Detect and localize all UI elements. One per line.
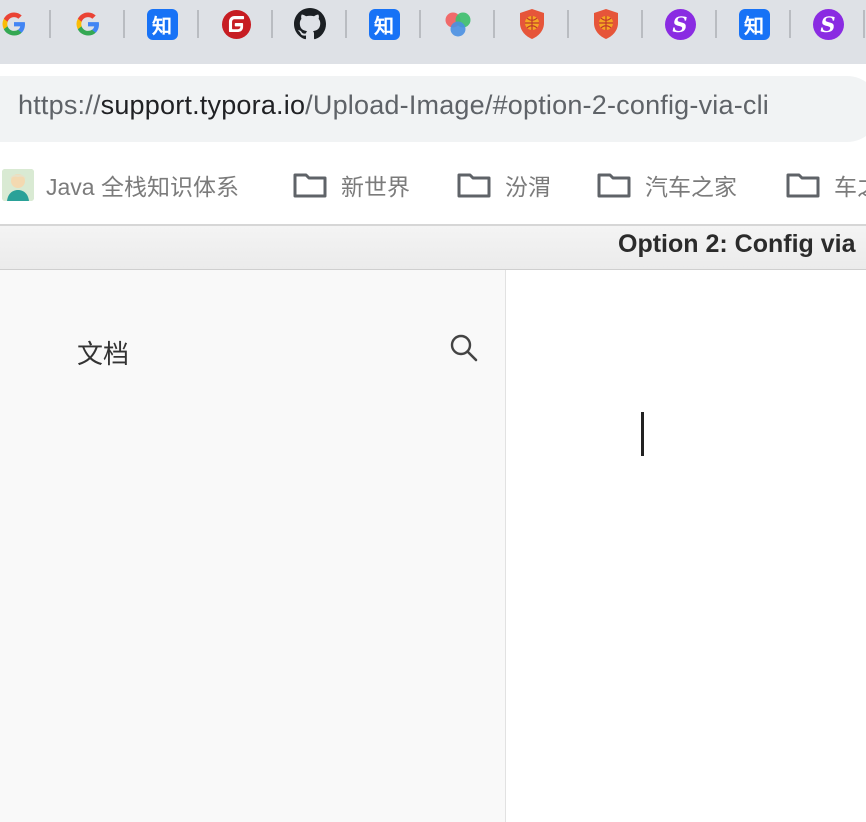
zhihu-glyph: 知 bbox=[738, 8, 770, 40]
zhihu-glyph: 知 bbox=[146, 8, 178, 40]
purple-s-glyph: S bbox=[812, 8, 844, 40]
bookmark-label: 车之 bbox=[834, 174, 866, 200]
github-icon[interactable] bbox=[294, 8, 326, 40]
bookmark-label: 新世界 bbox=[341, 174, 410, 200]
tab-strip: 知 知 S 知 S bbox=[0, 0, 866, 64]
url-host: support.typora.io bbox=[100, 90, 306, 120]
tab-separator bbox=[197, 10, 199, 38]
gitee-icon[interactable] bbox=[220, 8, 252, 40]
google-icon[interactable] bbox=[72, 8, 104, 40]
zhihu-icon[interactable]: 知 bbox=[368, 8, 400, 40]
tab-separator bbox=[789, 10, 791, 38]
page-header: Option 2: Config via bbox=[0, 226, 866, 270]
tab-separator bbox=[271, 10, 273, 38]
bookmark-label: 汽车之家 bbox=[645, 174, 737, 200]
purple-s-icon[interactable]: S bbox=[812, 8, 844, 40]
address-bar[interactable]: https://support.typora.io/Upload-Image/#… bbox=[0, 76, 866, 142]
bookmark-folder-fenwei[interactable]: 汾渭 bbox=[457, 158, 551, 212]
page-title: Option 2: Config via bbox=[618, 230, 856, 258]
purple-s-icon[interactable]: S bbox=[664, 8, 696, 40]
url-scheme: https:// bbox=[18, 90, 101, 120]
folder-icon bbox=[293, 172, 327, 198]
avatar-icon bbox=[2, 169, 34, 201]
bookmark-label: Java 全栈知识体系 bbox=[46, 174, 239, 200]
tab-separator bbox=[863, 10, 865, 38]
shield-ball-icon[interactable] bbox=[590, 8, 622, 40]
url-path: /Upload-Image/#option-2-config-via-cli bbox=[305, 90, 769, 120]
folder-icon bbox=[786, 172, 820, 198]
bookmark-folder-chezhi[interactable]: 车之 bbox=[786, 158, 866, 212]
folder-icon bbox=[457, 172, 491, 198]
tab-separator bbox=[49, 10, 51, 38]
browser-toolbar: https://support.typora.io/Upload-Image/#… bbox=[0, 64, 866, 224]
zhihu-glyph: 知 bbox=[368, 8, 400, 40]
bookmark-folder-xinshijie[interactable]: 新世界 bbox=[293, 158, 410, 212]
tab-separator bbox=[567, 10, 569, 38]
colorful-dots-icon[interactable] bbox=[442, 8, 474, 40]
doc-content[interactable] bbox=[506, 270, 866, 822]
tab-separator bbox=[345, 10, 347, 38]
search-icon[interactable] bbox=[448, 332, 480, 364]
bookmark-java[interactable]: Java 全栈知识体系 bbox=[2, 158, 239, 212]
zhihu-icon[interactable]: 知 bbox=[738, 8, 770, 40]
bookmarks-bar: Java 全栈知识体系 新世界 汾渭 汽车之家 车之 bbox=[0, 158, 866, 212]
shield-ball-icon[interactable] bbox=[516, 8, 548, 40]
tab-separator bbox=[419, 10, 421, 38]
docs-sidebar: 文档 bbox=[0, 270, 506, 822]
google-icon[interactable] bbox=[0, 8, 30, 40]
folder-icon bbox=[597, 172, 631, 198]
tab-separator bbox=[123, 10, 125, 38]
bookmark-label: 汾渭 bbox=[505, 174, 551, 200]
tab-separator bbox=[641, 10, 643, 38]
tab-separator bbox=[715, 10, 717, 38]
sidebar-title[interactable]: 文档 bbox=[77, 334, 129, 371]
tab-separator bbox=[493, 10, 495, 38]
text-cursor bbox=[641, 412, 644, 456]
bookmark-folder-autohome[interactable]: 汽车之家 bbox=[597, 158, 737, 212]
url-text[interactable]: https://support.typora.io/Upload-Image/#… bbox=[18, 90, 769, 121]
purple-s-glyph: S bbox=[664, 8, 696, 40]
zhihu-icon[interactable]: 知 bbox=[146, 8, 178, 40]
